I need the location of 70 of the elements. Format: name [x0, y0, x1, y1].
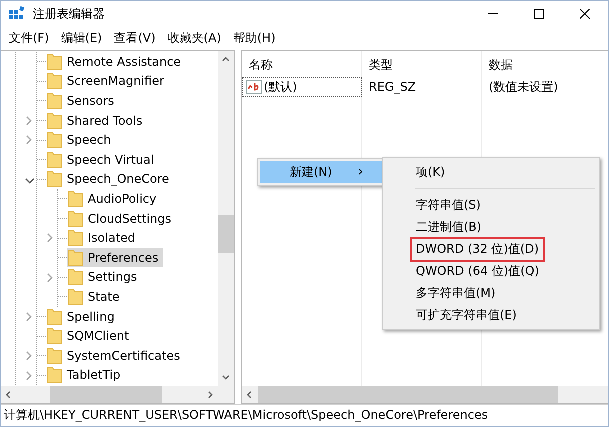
menu-item[interactable]: 收藏夹(A): [162, 30, 228, 46]
horizontal-scrollbar[interactable]: [1, 386, 234, 403]
column-header[interactable]: 类型: [362, 51, 482, 77]
tree-item[interactable]: SQMClient: [46, 326, 134, 346]
folder-icon: [47, 327, 63, 346]
folder-icon: [47, 170, 63, 188]
menu-item[interactable]: QWORD (64 位)值(Q): [410, 258, 546, 284]
folder-icon: [68, 248, 84, 267]
folder-icon: [47, 308, 63, 326]
folder-icon: [47, 92, 63, 110]
scroll-left-icon[interactable]: [5, 390, 13, 398]
tree-item[interactable]: Speech_OneCore: [46, 170, 174, 189]
vertical-scrollbar[interactable]: [218, 51, 234, 386]
menu-item[interactable]: 帮助(H): [227, 30, 282, 46]
menu-item[interactable]: 查看(V): [108, 30, 162, 46]
folder-icon: [47, 131, 63, 150]
tree-item[interactable]: Speech Virtual: [46, 150, 158, 170]
column-header[interactable]: 数据: [482, 51, 608, 77]
folder-icon: [47, 72, 63, 90]
tree-item[interactable]: Spelling: [46, 307, 119, 326]
menu-item[interactable]: 新建(N) ›: [260, 161, 382, 183]
tree-item[interactable]: Speech: [46, 130, 116, 150]
scrollbar-thumb[interactable]: [218, 215, 234, 254]
menu-item[interactable]: 文件(F): [3, 30, 56, 46]
menu-item[interactable]: 字符串值(S): [410, 192, 487, 218]
scroll-left-icon[interactable]: [246, 390, 254, 398]
scroll-right-icon[interactable]: [206, 390, 214, 398]
folder-icon: [47, 112, 63, 130]
table-cell[interactable]: (默认): [242, 77, 362, 97]
folder-icon: [68, 268, 84, 286]
menu-item[interactable]: 编辑(E): [55, 30, 108, 46]
scrollbar-thumb[interactable]: [50, 386, 162, 403]
tree-item[interactable]: State: [67, 287, 124, 306]
folder-icon: [68, 190, 84, 208]
folder-icon: [47, 52, 63, 71]
folder-icon: [68, 210, 84, 228]
tree-item[interactable]: Settings: [67, 268, 142, 287]
tree-item[interactable]: Remote Assistance: [46, 52, 186, 72]
tree-item[interactable]: AudioPolicy: [67, 189, 161, 208]
column-header[interactable]: 名称: [242, 51, 362, 77]
folder-icon: [68, 288, 84, 306]
horizontal-scrollbar[interactable]: [242, 386, 608, 403]
registry-icon: [9, 6, 27, 22]
registry-path: 计算机\HKEY_CURRENT_USER\SOFTWARE\Microsoft\Speech_OneCore\Preferences: [4, 407, 488, 424]
close-icon[interactable]: [580, 9, 590, 19]
scrollbar-thumb[interactable]: [258, 386, 558, 403]
folder-icon: [47, 346, 63, 365]
menu-item[interactable]: DWORD (32 位)值(D): [410, 236, 545, 262]
tree-item[interactable]: CloudSettings: [67, 209, 176, 228]
menu-item[interactable]: 多字符串值(M): [410, 280, 502, 306]
tree-item[interactable]: Isolated: [67, 228, 140, 248]
tree-item[interactable]: Shared Tools: [46, 111, 147, 130]
window-title: 注册表编辑器: [33, 6, 106, 22]
menu-item[interactable]: 可扩充字符串值(E): [410, 302, 523, 328]
menu-item[interactable]: 项(K): [410, 160, 452, 184]
maximize-icon[interactable]: [534, 9, 544, 19]
tree-item[interactable]: Preferences: [67, 248, 163, 268]
table-cell-text: (数值未设置): [488, 78, 560, 96]
folder-icon: [68, 229, 84, 248]
scroll-down-icon[interactable]: [222, 374, 230, 382]
scroll-up-icon[interactable]: [222, 55, 230, 63]
tree-item[interactable]: SystemCertificates: [46, 346, 184, 366]
table-cell: REG_SZ: [362, 77, 482, 97]
menu-item[interactable]: 二进制值(B): [410, 214, 488, 240]
tree-item[interactable]: TabletTip: [46, 366, 125, 385]
folder-icon: [47, 366, 63, 384]
tree-item[interactable]: Sensors: [46, 91, 118, 110]
tree-item[interactable]: ScreenMagnifier: [46, 72, 168, 91]
string-value-icon: [246, 80, 262, 94]
folder-icon: [47, 150, 63, 169]
